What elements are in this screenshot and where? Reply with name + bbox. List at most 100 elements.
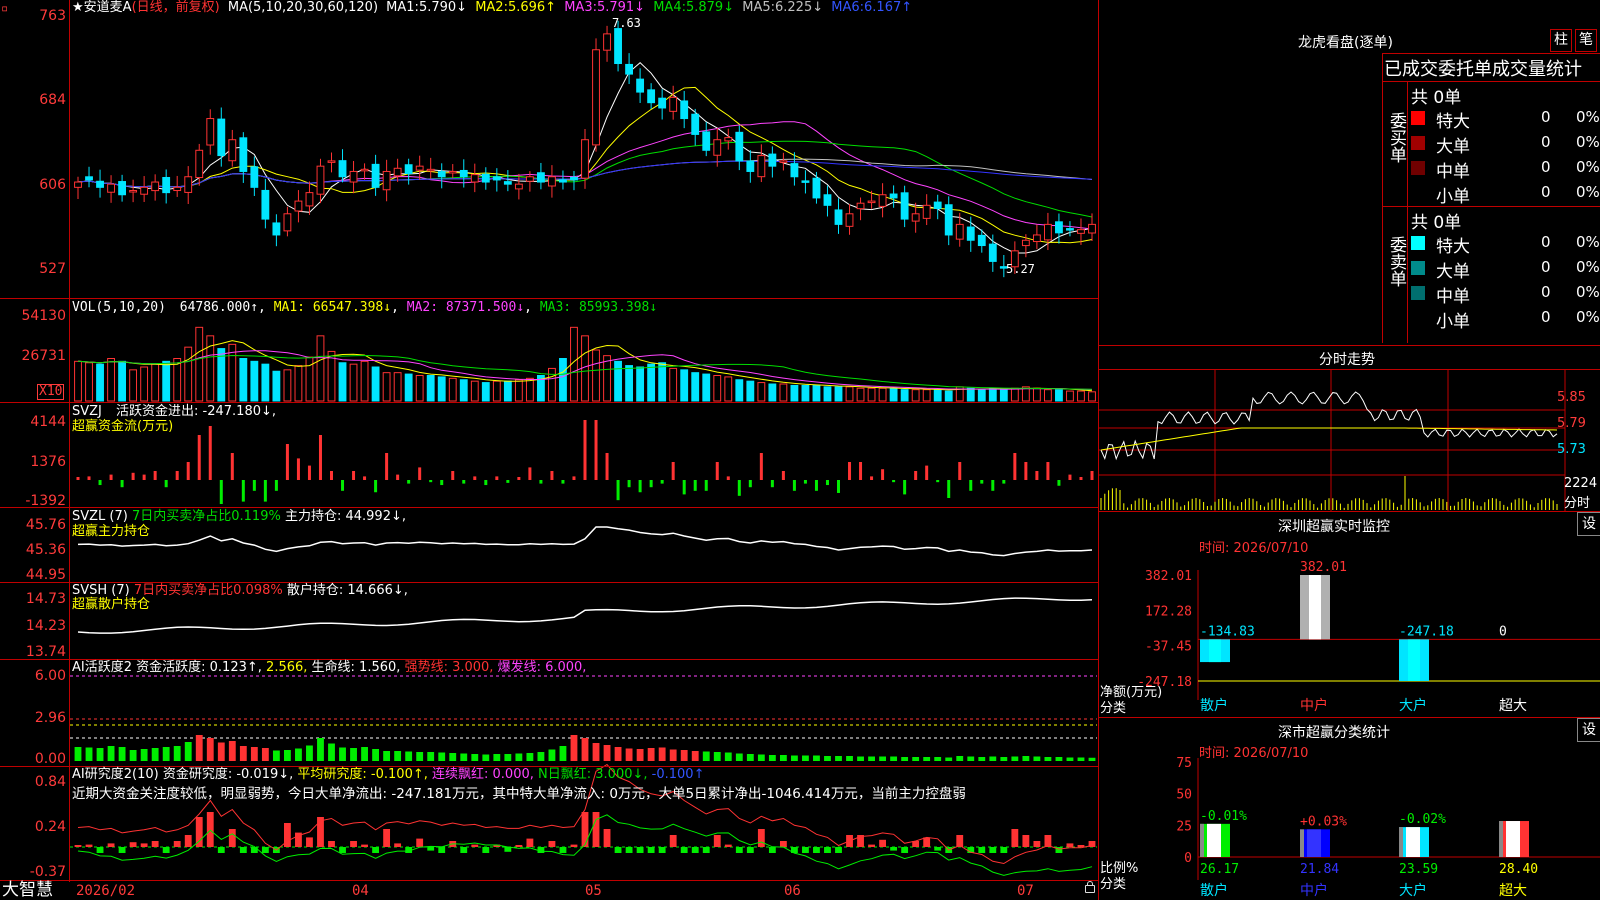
ai2-bar — [140, 749, 148, 761]
svzj-bar — [1013, 453, 1017, 480]
svzj-bar — [330, 471, 333, 480]
brand-label: 大智慧 — [2, 880, 53, 900]
volume-bar — [382, 372, 391, 402]
ai2-bar — [206, 738, 214, 761]
svzj-bar — [164, 480, 168, 488]
stats-settings-button[interactable]: 设 — [1577, 718, 1600, 742]
monitor-title: 深圳超赢实时监控 — [1278, 519, 1390, 535]
volume-bar — [1043, 389, 1052, 402]
vol-ma1: MA1: 66547.398↓ — [273, 300, 392, 315]
ai2-bar — [923, 757, 931, 761]
ai2-bar — [768, 755, 776, 761]
volume-bar — [371, 366, 380, 402]
ai2-bar — [317, 738, 324, 761]
ai2-bar — [1022, 756, 1030, 761]
ai2-bar — [526, 753, 534, 761]
ai2-tick-1: 2.96 — [34, 710, 66, 726]
stock-name[interactable]: ★安道麦A — [72, 0, 132, 15]
ma5-name: MA5: — [742, 0, 775, 15]
buy-name: 中单 — [1436, 162, 1470, 182]
ai2-bar — [405, 751, 413, 761]
ai2-bar — [603, 745, 611, 761]
candle-body — [977, 234, 986, 247]
volume-bar — [503, 380, 512, 402]
svzj-bar — [770, 480, 774, 488]
ai3-bar — [471, 844, 479, 847]
ai3-bar — [879, 839, 887, 847]
svzj-bar — [605, 453, 609, 480]
ai3-bar — [515, 845, 523, 847]
buy-count: 0 — [1541, 183, 1551, 201]
svzj-bar — [528, 467, 532, 480]
volume-bar — [867, 387, 876, 402]
tick-view-button[interactable]: 笔 — [1575, 29, 1597, 52]
ma3-name: MA3: — [564, 0, 597, 15]
svzl-text2: 主力持仓: 44.992↓, — [284, 509, 406, 524]
ai2-bar — [350, 748, 357, 761]
svzj-bar — [616, 480, 620, 501]
candle-body — [283, 213, 292, 232]
ai3-bar — [813, 847, 820, 853]
ai3-bar — [250, 847, 258, 853]
volume-bar — [85, 362, 93, 402]
candle-body — [239, 137, 248, 172]
left-axis-divider — [69, 0, 70, 882]
ai2-bar — [724, 752, 732, 761]
ai3-bar — [548, 841, 556, 847]
buy-count: 0 — [1541, 108, 1551, 126]
svzj-bar — [1024, 462, 1028, 480]
ai3-bar — [427, 847, 435, 851]
svzj-bar — [87, 476, 91, 480]
sell-swatch — [1411, 236, 1425, 250]
svzj-bar — [274, 480, 278, 491]
ai3-bar — [868, 844, 875, 847]
period-label[interactable]: (日线，前复权) — [132, 0, 220, 15]
ai2-bar — [173, 746, 181, 761]
ai2-bar — [625, 748, 633, 761]
candle-body — [680, 100, 689, 120]
volume-bar — [74, 360, 82, 402]
volume-bar — [195, 326, 204, 402]
ai2-bar — [471, 754, 479, 761]
volume-bar — [911, 389, 920, 402]
dragon-title: 龙虎看盘(逐单) — [1298, 35, 1393, 51]
column-view-button[interactable]: 柱 — [1550, 29, 1572, 52]
ai3-bar — [306, 837, 313, 847]
monitor-settings-button[interactable]: 设 — [1577, 512, 1600, 536]
vol-tick-0: 54130 — [21, 308, 66, 324]
ai2-bar — [901, 757, 909, 761]
ai2-bar — [868, 756, 875, 761]
candle-body — [911, 213, 920, 222]
date-label-2: 05 — [585, 883, 602, 899]
svzl-header: SVZL (7) 7日内买卖净占比0.119% 主力持仓: 44.992↓, — [72, 510, 406, 524]
svsh-header: SVSH (7) 7日内买卖净占比0.098% 散户持仓: 14.666↓, — [72, 584, 408, 598]
ai3-tick-1: 0.24 — [34, 819, 66, 835]
svzj-bar — [153, 471, 157, 480]
lock-icon[interactable] — [1085, 881, 1095, 893]
svzj-bar — [792, 480, 796, 491]
candle-body — [1021, 239, 1030, 247]
svzj-bar — [726, 476, 730, 480]
svzj-bar — [870, 476, 874, 480]
ai2-bar — [1077, 757, 1085, 761]
ai2-bar — [195, 735, 203, 761]
volume-bar — [636, 366, 645, 402]
vol-tick-1: 26731 — [21, 348, 66, 364]
candle-body — [129, 190, 138, 193]
ai2-title: AI活跃度2 — [72, 660, 132, 675]
svzj-bar — [671, 462, 675, 480]
ai3-bar — [162, 847, 170, 853]
buy-pct: 0% — [1576, 158, 1600, 176]
candle-body — [228, 139, 237, 162]
volume-bar — [481, 382, 490, 402]
candle-body — [360, 168, 369, 172]
svzj-bar — [230, 453, 234, 480]
svzj-bar — [936, 480, 940, 483]
intraday-price-low: 5.73 — [1557, 442, 1586, 457]
svzj-bar — [451, 471, 455, 480]
ai3-title: AI研究度2(10) — [72, 767, 159, 782]
candle-body — [559, 179, 567, 183]
volume-bar — [614, 360, 622, 402]
ai2-bar — [96, 748, 104, 761]
candle-body — [250, 166, 259, 188]
